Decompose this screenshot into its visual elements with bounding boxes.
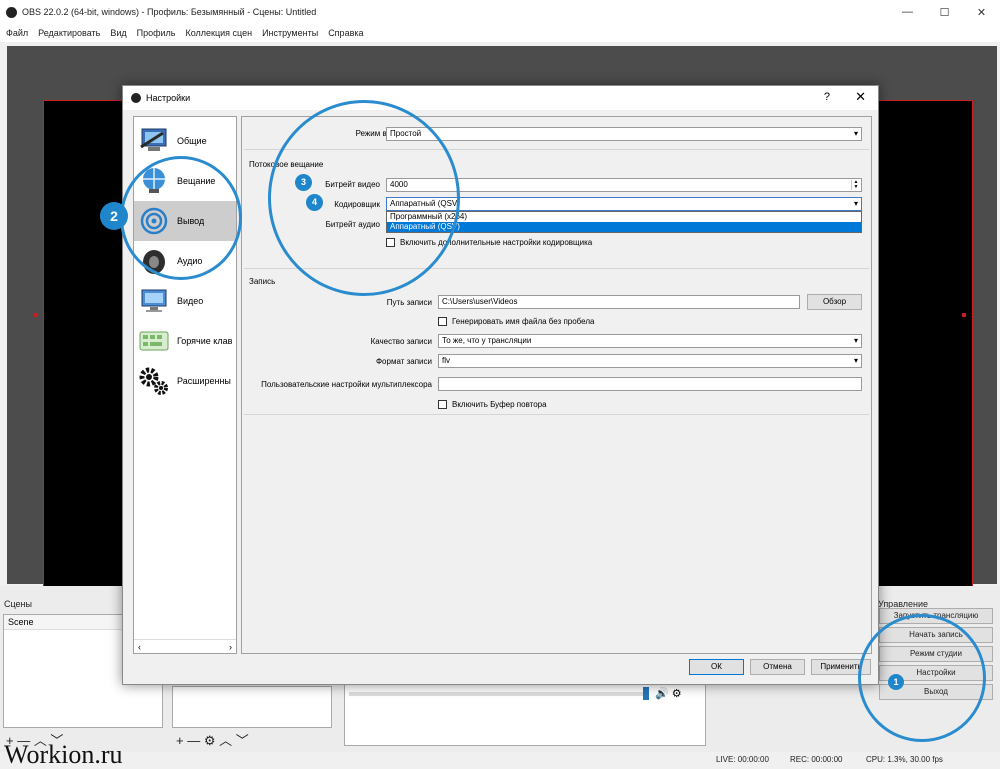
annotation-badge: 1 xyxy=(888,674,904,690)
menu-profile[interactable]: Профиль xyxy=(137,28,176,38)
obs-logo-icon xyxy=(6,6,17,18)
checkbox-box[interactable] xyxy=(438,317,447,326)
category-video[interactable]: Видео xyxy=(134,281,236,321)
video-icon xyxy=(137,284,171,318)
muxer-settings-label: Пользовательские настройки мультиплексор… xyxy=(261,380,432,389)
scenes-dock-title: Сцены xyxy=(4,599,32,609)
cpu-status: CPU: 1.3%, 30.00 fps xyxy=(866,755,943,764)
spin-arrows-icon[interactable]: ▲ ▼ xyxy=(851,180,860,190)
preview-handle[interactable] xyxy=(962,313,966,317)
menu-file[interactable]: Файл xyxy=(6,28,28,38)
window-title: OBS 22.0.2 (64-bit, windows) - Профиль: … xyxy=(22,7,317,17)
preview-handle[interactable] xyxy=(34,313,38,317)
category-label: Видео xyxy=(177,296,204,306)
dialog-titlebar: Настройки xyxy=(123,86,878,110)
menu-scene-collection[interactable]: Коллекция сцен xyxy=(185,28,252,38)
hotkeys-icon xyxy=(137,324,171,358)
category-hotkeys[interactable]: Горячие клав xyxy=(134,321,236,361)
category-label: Общие xyxy=(177,136,207,146)
browse-button[interactable]: Обзор xyxy=(807,294,862,310)
quality-select[interactable]: То же, что у трансляции xyxy=(438,334,862,348)
scroll-left-icon[interactable]: ‹ xyxy=(138,642,141,652)
no-space-filename-checkbox[interactable]: Генерировать имя файла без пробела xyxy=(438,317,594,326)
close-icon[interactable]: ✕ xyxy=(963,0,1000,24)
category-label: Расширенны xyxy=(177,376,231,386)
window-controls: — ☐ ✕ xyxy=(889,0,1000,24)
watermark-logo: Workion.ru xyxy=(4,740,123,769)
menu-bar: Файл Редактировать Вид Профиль Коллекция… xyxy=(0,24,1000,42)
minimize-icon[interactable]: — xyxy=(889,0,926,24)
obs-logo-icon xyxy=(131,93,141,103)
audio-mixer: 🔊 ⚙ xyxy=(344,680,706,746)
volume-slider-track[interactable] xyxy=(349,692,649,696)
annotation-ring xyxy=(120,156,242,280)
muxer-settings-input[interactable] xyxy=(438,377,862,391)
replay-buffer-checkbox[interactable]: Включить Буфер повтора xyxy=(438,400,547,409)
annotation-badge: 4 xyxy=(306,194,323,211)
cancel-button[interactable]: Отмена xyxy=(750,659,805,675)
maximize-icon[interactable]: ☐ xyxy=(926,0,963,24)
rec-status: REC: 00:00:00 xyxy=(790,755,843,764)
dialog-close-icon[interactable]: ✕ xyxy=(855,89,866,105)
mixer-icons: 🔊 ⚙ xyxy=(655,687,682,700)
divider xyxy=(244,414,869,415)
menu-tools[interactable]: Инструменты xyxy=(262,28,318,38)
live-status: LIVE: 00:00:00 xyxy=(716,755,769,764)
checkbox-label: Включить Буфер повтора xyxy=(452,400,547,409)
checkbox-box[interactable] xyxy=(438,400,447,409)
category-label: Горячие клав xyxy=(177,336,233,346)
settings-dialog: Настройки ? ✕ Общие Вещание Вывод Аудио … xyxy=(122,85,879,685)
category-scrollbar[interactable]: ‹ › xyxy=(134,639,236,653)
volume-slider-handle[interactable] xyxy=(643,687,649,700)
annotation-badge: 2 xyxy=(100,202,128,230)
status-bar: LIVE: 00:00:00 REC: 00:00:00 CPU: 1.3%, … xyxy=(0,752,1000,769)
sources-list[interactable] xyxy=(172,686,332,728)
sources-toolbar-symbols[interactable]: + — ⚙ ︿ ﹀ xyxy=(176,730,249,749)
output-mode-select[interactable]: Простой xyxy=(386,127,862,141)
checkbox-label: Генерировать имя файла без пробела xyxy=(452,317,595,326)
menu-view[interactable]: Вид xyxy=(110,28,126,38)
annotation-badge: 3 xyxy=(295,174,312,191)
quality-label: Качество записи xyxy=(370,337,432,346)
dialog-title: Настройки xyxy=(146,93,191,103)
main-titlebar: OBS 22.0.2 (64-bit, windows) - Профиль: … xyxy=(0,0,1000,24)
record-path-label: Путь записи xyxy=(386,298,432,307)
format-select[interactable]: flv xyxy=(438,354,862,368)
record-path-input[interactable]: C:\Users\user\Videos xyxy=(438,295,800,309)
format-label: Формат записи xyxy=(375,357,432,366)
scroll-right-icon[interactable]: › xyxy=(229,642,232,652)
annotation-ring xyxy=(268,100,460,296)
ok-button[interactable]: ОК xyxy=(689,659,744,675)
general-icon xyxy=(137,124,171,158)
menu-help[interactable]: Справка xyxy=(328,28,363,38)
category-general[interactable]: Общие xyxy=(134,121,236,161)
encoder-option[interactable]: Аппаратный (QSV) xyxy=(387,222,861,232)
gear-icon[interactable]: ⚙ xyxy=(672,688,682,700)
menu-edit[interactable]: Редактировать xyxy=(38,28,100,38)
annotation-ring xyxy=(858,614,986,742)
sources-toolbar[interactable]: + — ⚙ ︿ ﹀ xyxy=(176,730,249,749)
speaker-icon[interactable]: 🔊 xyxy=(655,688,669,700)
advanced-icon xyxy=(137,364,171,398)
help-button[interactable]: ? xyxy=(824,91,830,103)
recording-section-title: Запись xyxy=(249,277,276,286)
category-advanced[interactable]: Расширенны xyxy=(134,361,236,401)
